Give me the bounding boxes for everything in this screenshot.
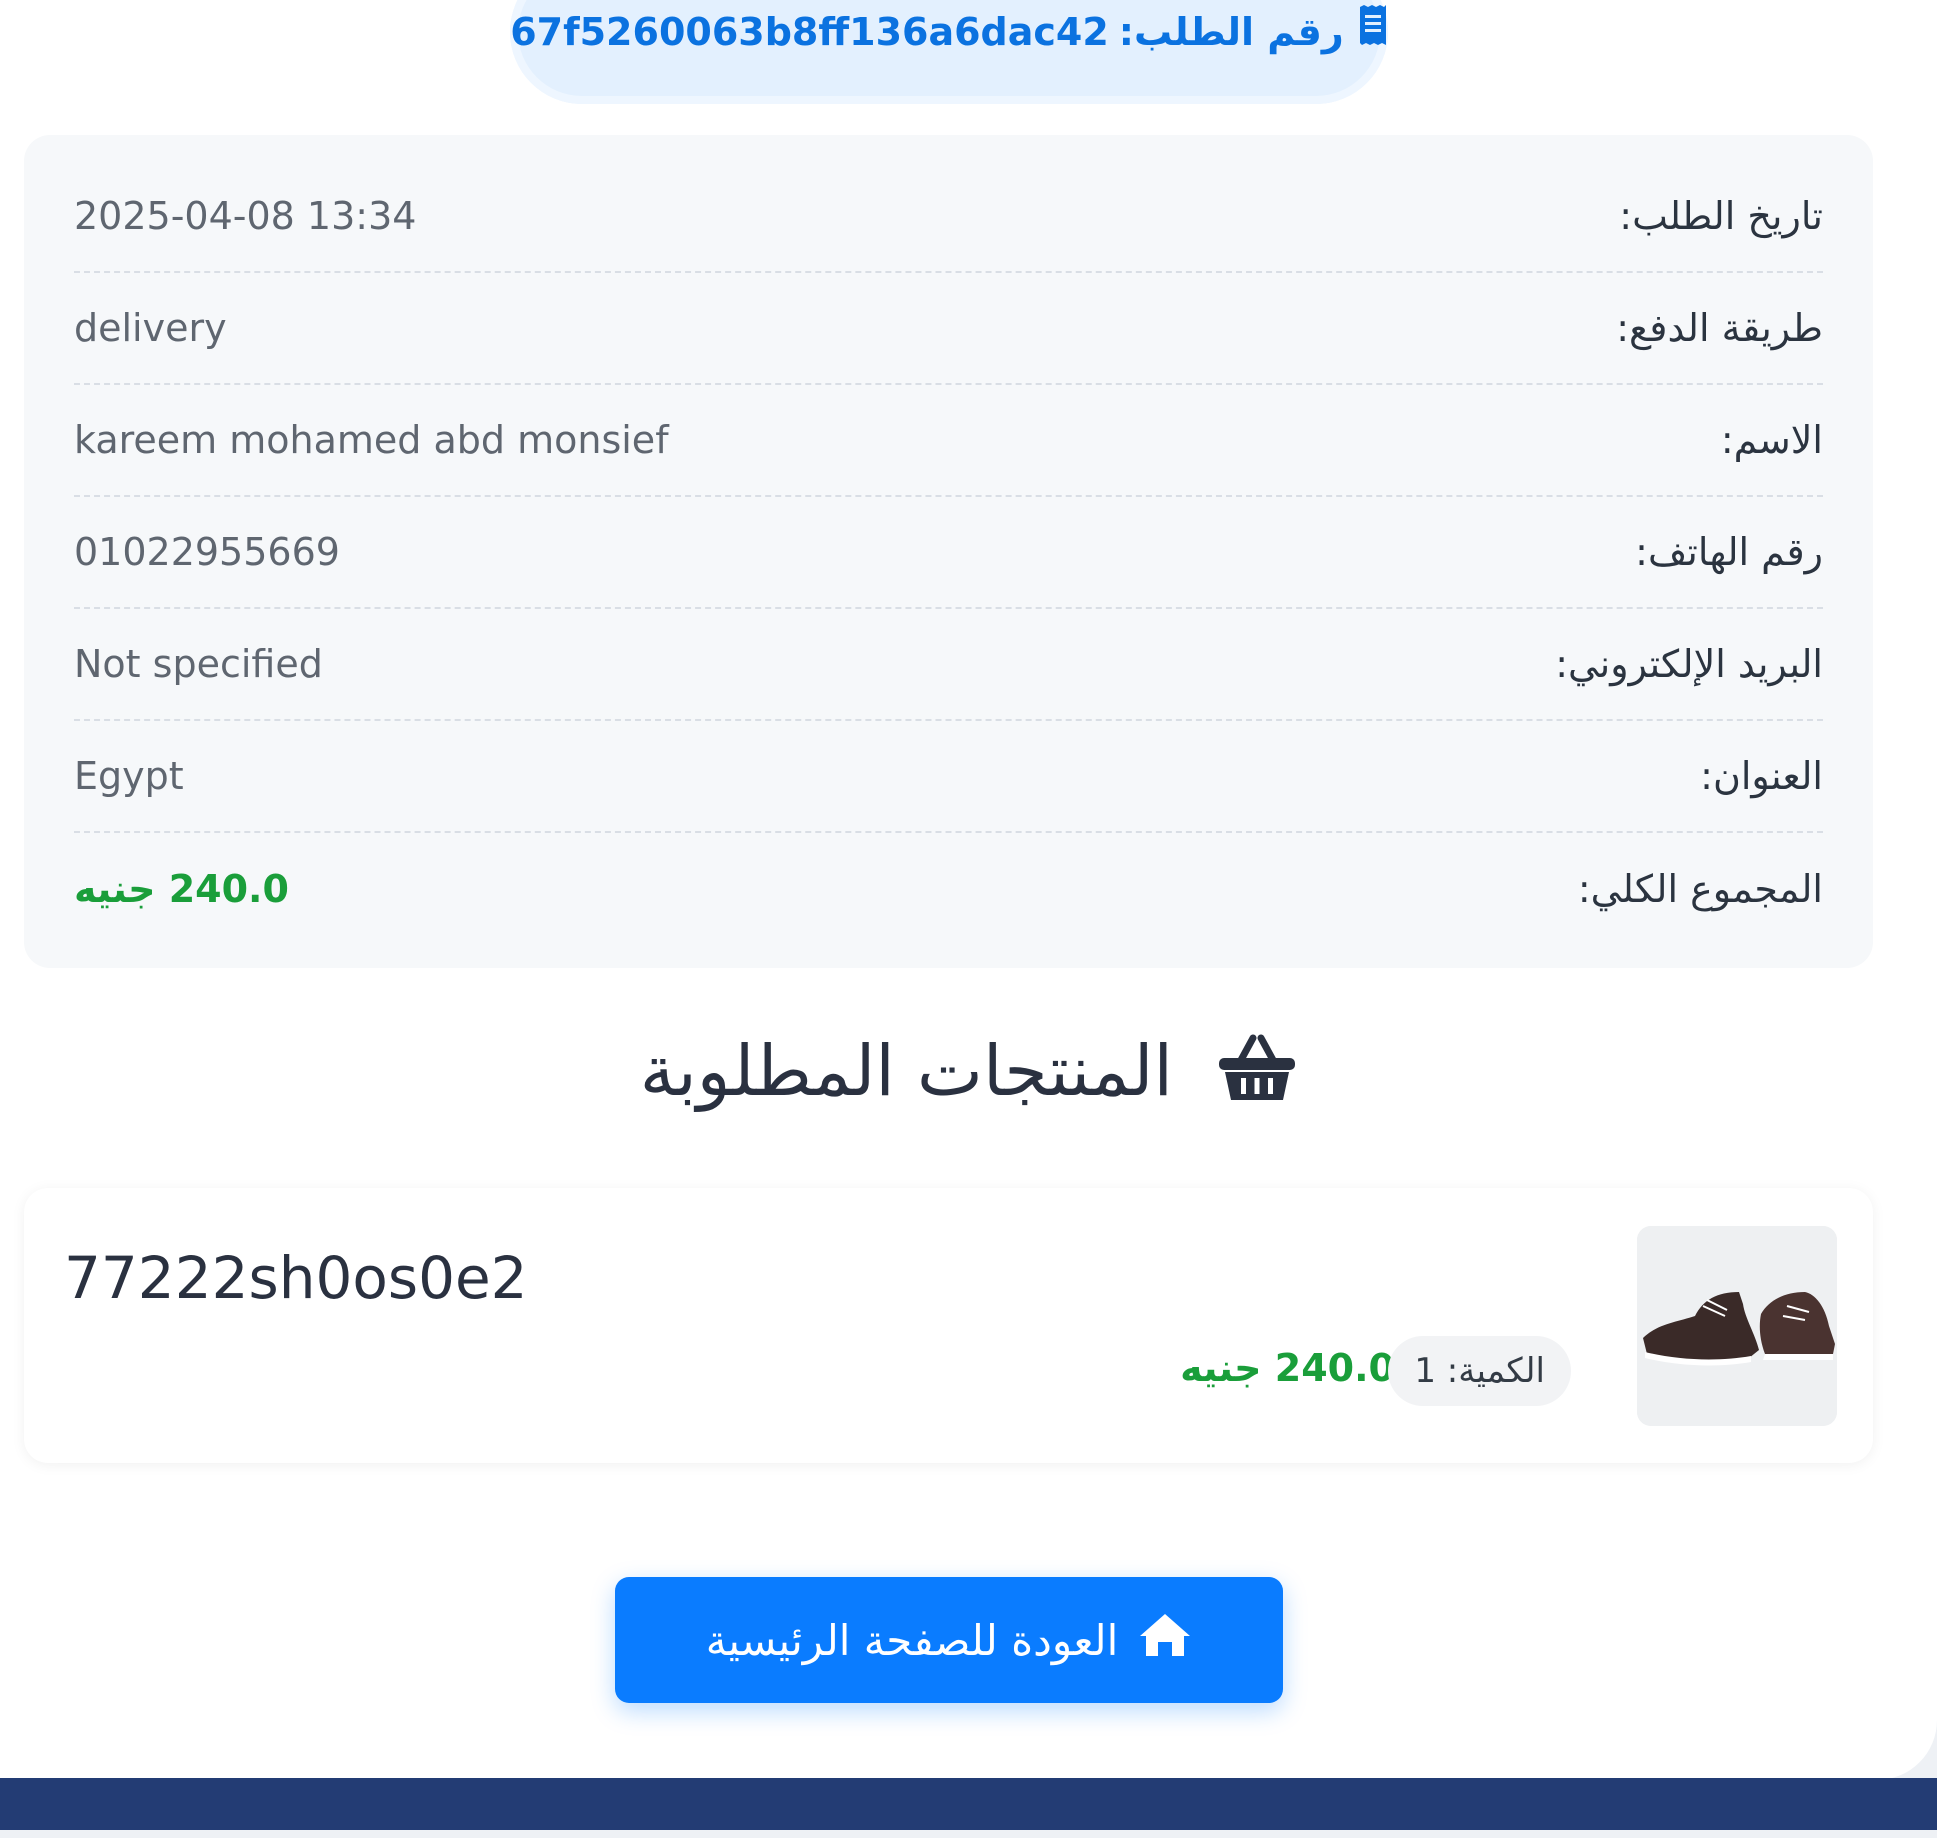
- product-price: 240.0 جنيه: [1180, 1346, 1395, 1390]
- detail-row-name: kareem mohamed abd monsief الاسم:: [74, 385, 1823, 497]
- products-heading: المنتجات المطلوبة: [0, 1030, 1937, 1119]
- phone-label: رقم الهاتف:: [1635, 530, 1823, 574]
- products-title: المنتجات المطلوبة: [639, 1030, 1173, 1112]
- customer-name-value: kareem mohamed abd monsief: [74, 418, 669, 462]
- total-label: المجموع الكلي:: [1577, 867, 1823, 911]
- order-confirmation-card: رقم الطلب: 67f5260063b8ff136a6dac42 2025…: [0, 0, 1937, 1780]
- payment-method-label: طريقة الدفع:: [1616, 306, 1823, 350]
- back-to-home-label: العودة للصفحة الرئيسية: [705, 1615, 1119, 1665]
- footer-bar: [0, 1778, 1937, 1830]
- email-value: Not specified: [74, 642, 323, 686]
- back-to-home-button[interactable]: العودة للصفحة الرئيسية: [615, 1577, 1283, 1703]
- basket-icon: [1217, 1032, 1297, 1119]
- order-date-value: 2025-04-08 13:34: [74, 194, 417, 238]
- order-number-value: 67f5260063b8ff136a6dac42: [510, 10, 1109, 54]
- product-item: 77222sh0os0e2 240.0 جنيه الكمية: 1: [24, 1188, 1873, 1463]
- address-value: Egypt: [74, 754, 184, 798]
- quantity-badge: الكمية: 1: [1388, 1336, 1571, 1406]
- receipt-icon: [1358, 5, 1388, 54]
- order-date-label: تاريخ الطلب:: [1619, 194, 1823, 238]
- order-number-pill: رقم الطلب: 67f5260063b8ff136a6dac42: [510, 0, 1388, 104]
- detail-row-total: 240.0 جنيه المجموع الكلي:: [74, 833, 1823, 945]
- detail-row-date: 2025-04-08 13:34 تاريخ الطلب:: [74, 161, 1823, 273]
- order-number-label: رقم الطلب:: [1118, 10, 1344, 54]
- address-label: العنوان:: [1700, 754, 1823, 798]
- detail-row-payment: delivery طريقة الدفع:: [74, 273, 1823, 385]
- detail-row-email: Not specified البريد الإلكتروني:: [74, 609, 1823, 721]
- product-name: 77222sh0os0e2: [64, 1244, 528, 1312]
- home-icon: [1138, 1612, 1192, 1668]
- phone-value: 01022955669: [74, 530, 340, 574]
- detail-row-phone: 01022955669 رقم الهاتف:: [74, 497, 1823, 609]
- payment-method-value: delivery: [74, 306, 227, 350]
- product-image: [1637, 1226, 1837, 1426]
- order-details-box: 2025-04-08 13:34 تاريخ الطلب: delivery ط…: [24, 135, 1873, 968]
- total-value: 240.0 جنيه: [74, 867, 289, 911]
- detail-row-address: Egypt العنوان:: [74, 721, 1823, 833]
- customer-name-label: الاسم:: [1720, 418, 1823, 462]
- email-label: البريد الإلكتروني:: [1555, 642, 1823, 686]
